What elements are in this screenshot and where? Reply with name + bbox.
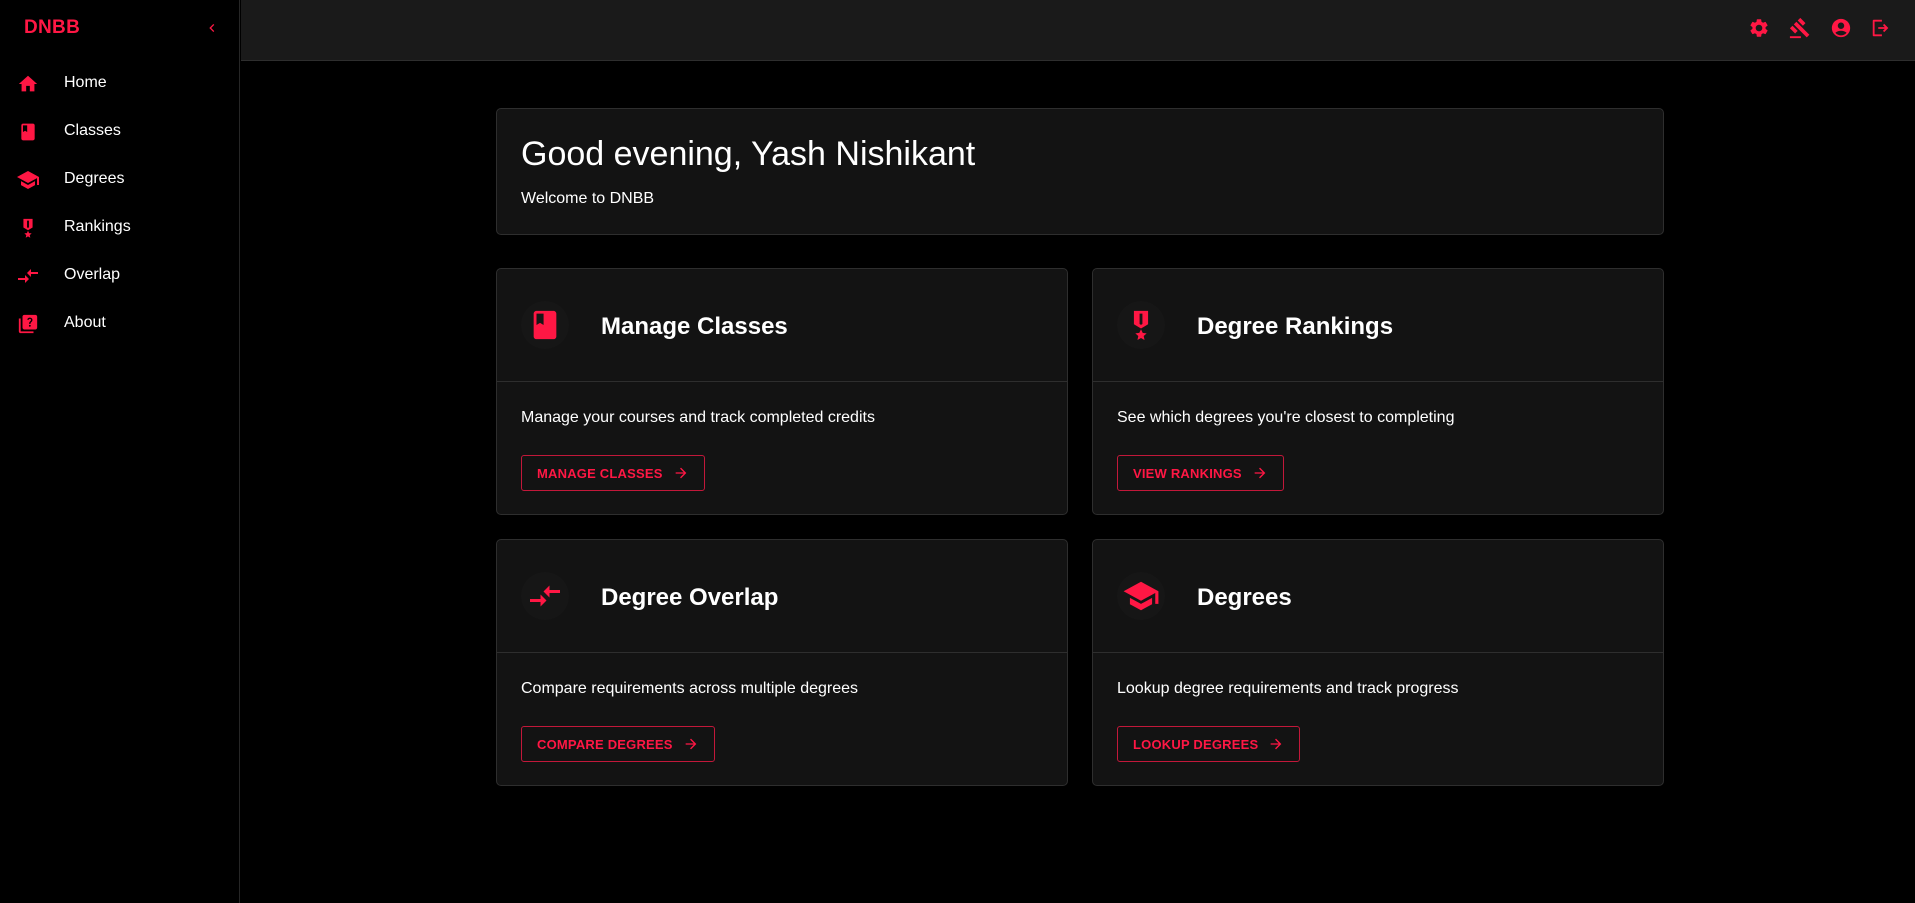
card-header: Degrees <box>1093 540 1663 653</box>
arrow-right-icon <box>683 736 699 752</box>
admin-button[interactable] <box>1788 16 1812 40</box>
sidebar-item-about[interactable]: About <box>0 300 240 348</box>
greeting-heading: Good evening, Yash Nishikant <box>521 135 976 173</box>
manage-classes-button[interactable]: MANAGE CLASSES <box>521 455 705 491</box>
compare-arrows-icon <box>16 264 40 288</box>
app: DNBB Home Classes Degrees Rankings Overl… <box>0 0 1915 903</box>
top-app-bar <box>241 0 1915 61</box>
collapse-sidebar-button[interactable] <box>200 16 224 40</box>
card-description: Compare requirements across multiple deg… <box>521 680 859 697</box>
sidebar-nav: Home Classes Degrees Rankings Overlap Ab… <box>0 60 240 348</box>
sidebar-item-label: About <box>64 314 106 331</box>
card-description: Manage your courses and track completed … <box>521 409 875 426</box>
logout-icon <box>1872 19 1889 37</box>
sidebar-item-label: Overlap <box>64 266 121 283</box>
medal-icon <box>16 216 40 240</box>
welcome-card: Good evening, Yash Nishikant Welcome to … <box>496 108 1664 235</box>
help-book-icon <box>16 312 40 336</box>
gear-icon <box>1750 19 1768 37</box>
button-label: MANAGE CLASSES <box>537 465 663 481</box>
logout-button[interactable] <box>1869 16 1893 40</box>
manage-classes-card: Manage Classes Manage your courses and t… <box>496 268 1068 515</box>
graduation-cap-icon <box>16 168 40 192</box>
sidebar-item-degrees[interactable]: Degrees <box>0 156 240 204</box>
chevron-left-icon <box>209 24 215 32</box>
sidebar: DNBB Home Classes Degrees Rankings Overl… <box>0 0 240 903</box>
graduation-cap-icon <box>1117 572 1165 620</box>
profile-button[interactable] <box>1829 16 1853 40</box>
brand-logo[interactable]: DNBB <box>24 17 80 39</box>
lookup-degrees-button[interactable]: LOOKUP DEGREES <box>1117 726 1301 762</box>
arrow-right-icon <box>1252 465 1268 481</box>
medal-icon <box>1117 301 1165 349</box>
arrow-right-icon <box>673 465 689 481</box>
sidebar-item-overlap[interactable]: Overlap <box>0 252 240 300</box>
home-icon <box>16 72 40 96</box>
compare-arrows-icon <box>521 572 569 620</box>
card-description: See which degrees you're closest to comp… <box>1117 409 1455 426</box>
sidebar-item-label: Home <box>64 74 107 91</box>
sidebar-item-home[interactable]: Home <box>0 60 240 108</box>
arrow-right-icon <box>1268 736 1284 752</box>
sidebar-item-rankings[interactable]: Rankings <box>0 204 240 252</box>
card-title: Degrees <box>1197 584 1292 611</box>
sidebar-item-label: Classes <box>64 122 121 139</box>
button-label: COMPARE DEGREES <box>537 736 673 752</box>
sidebar-item-label: Rankings <box>64 218 131 235</box>
card-description: Lookup degree requirements and track pro… <box>1117 680 1459 697</box>
button-label: VIEW RANKINGS <box>1133 465 1242 481</box>
view-rankings-button[interactable]: VIEW RANKINGS <box>1117 455 1284 491</box>
card-title: Degree Overlap <box>601 584 779 611</box>
card-header: Manage Classes <box>497 269 1067 382</box>
card-header: Degree Overlap <box>497 540 1067 653</box>
degrees-card: Degrees Lookup degree requirements and t… <box>1092 539 1664 786</box>
degree-rankings-card: Degree Rankings See which degrees you're… <box>1092 268 1664 515</box>
sidebar-item-label: Degrees <box>64 170 125 187</box>
degree-overlap-card: Degree Overlap Compare requirements acro… <box>496 539 1068 786</box>
settings-button[interactable] <box>1747 16 1771 40</box>
sidebar-header: DNBB <box>0 0 240 56</box>
card-title: Degree Rankings <box>1197 313 1394 340</box>
book-icon <box>521 301 569 349</box>
button-label: LOOKUP DEGREES <box>1133 736 1259 752</box>
compare-degrees-button[interactable]: COMPARE DEGREES <box>521 726 715 762</box>
account-circle-icon <box>1831 18 1851 38</box>
card-title: Manage Classes <box>601 313 788 340</box>
sidebar-item-classes[interactable]: Classes <box>0 108 240 156</box>
book-icon <box>16 120 40 144</box>
gavel-icon <box>1789 17 1810 39</box>
welcome-subtitle: Welcome to DNBB <box>521 190 655 207</box>
card-header: Degree Rankings <box>1093 269 1663 382</box>
